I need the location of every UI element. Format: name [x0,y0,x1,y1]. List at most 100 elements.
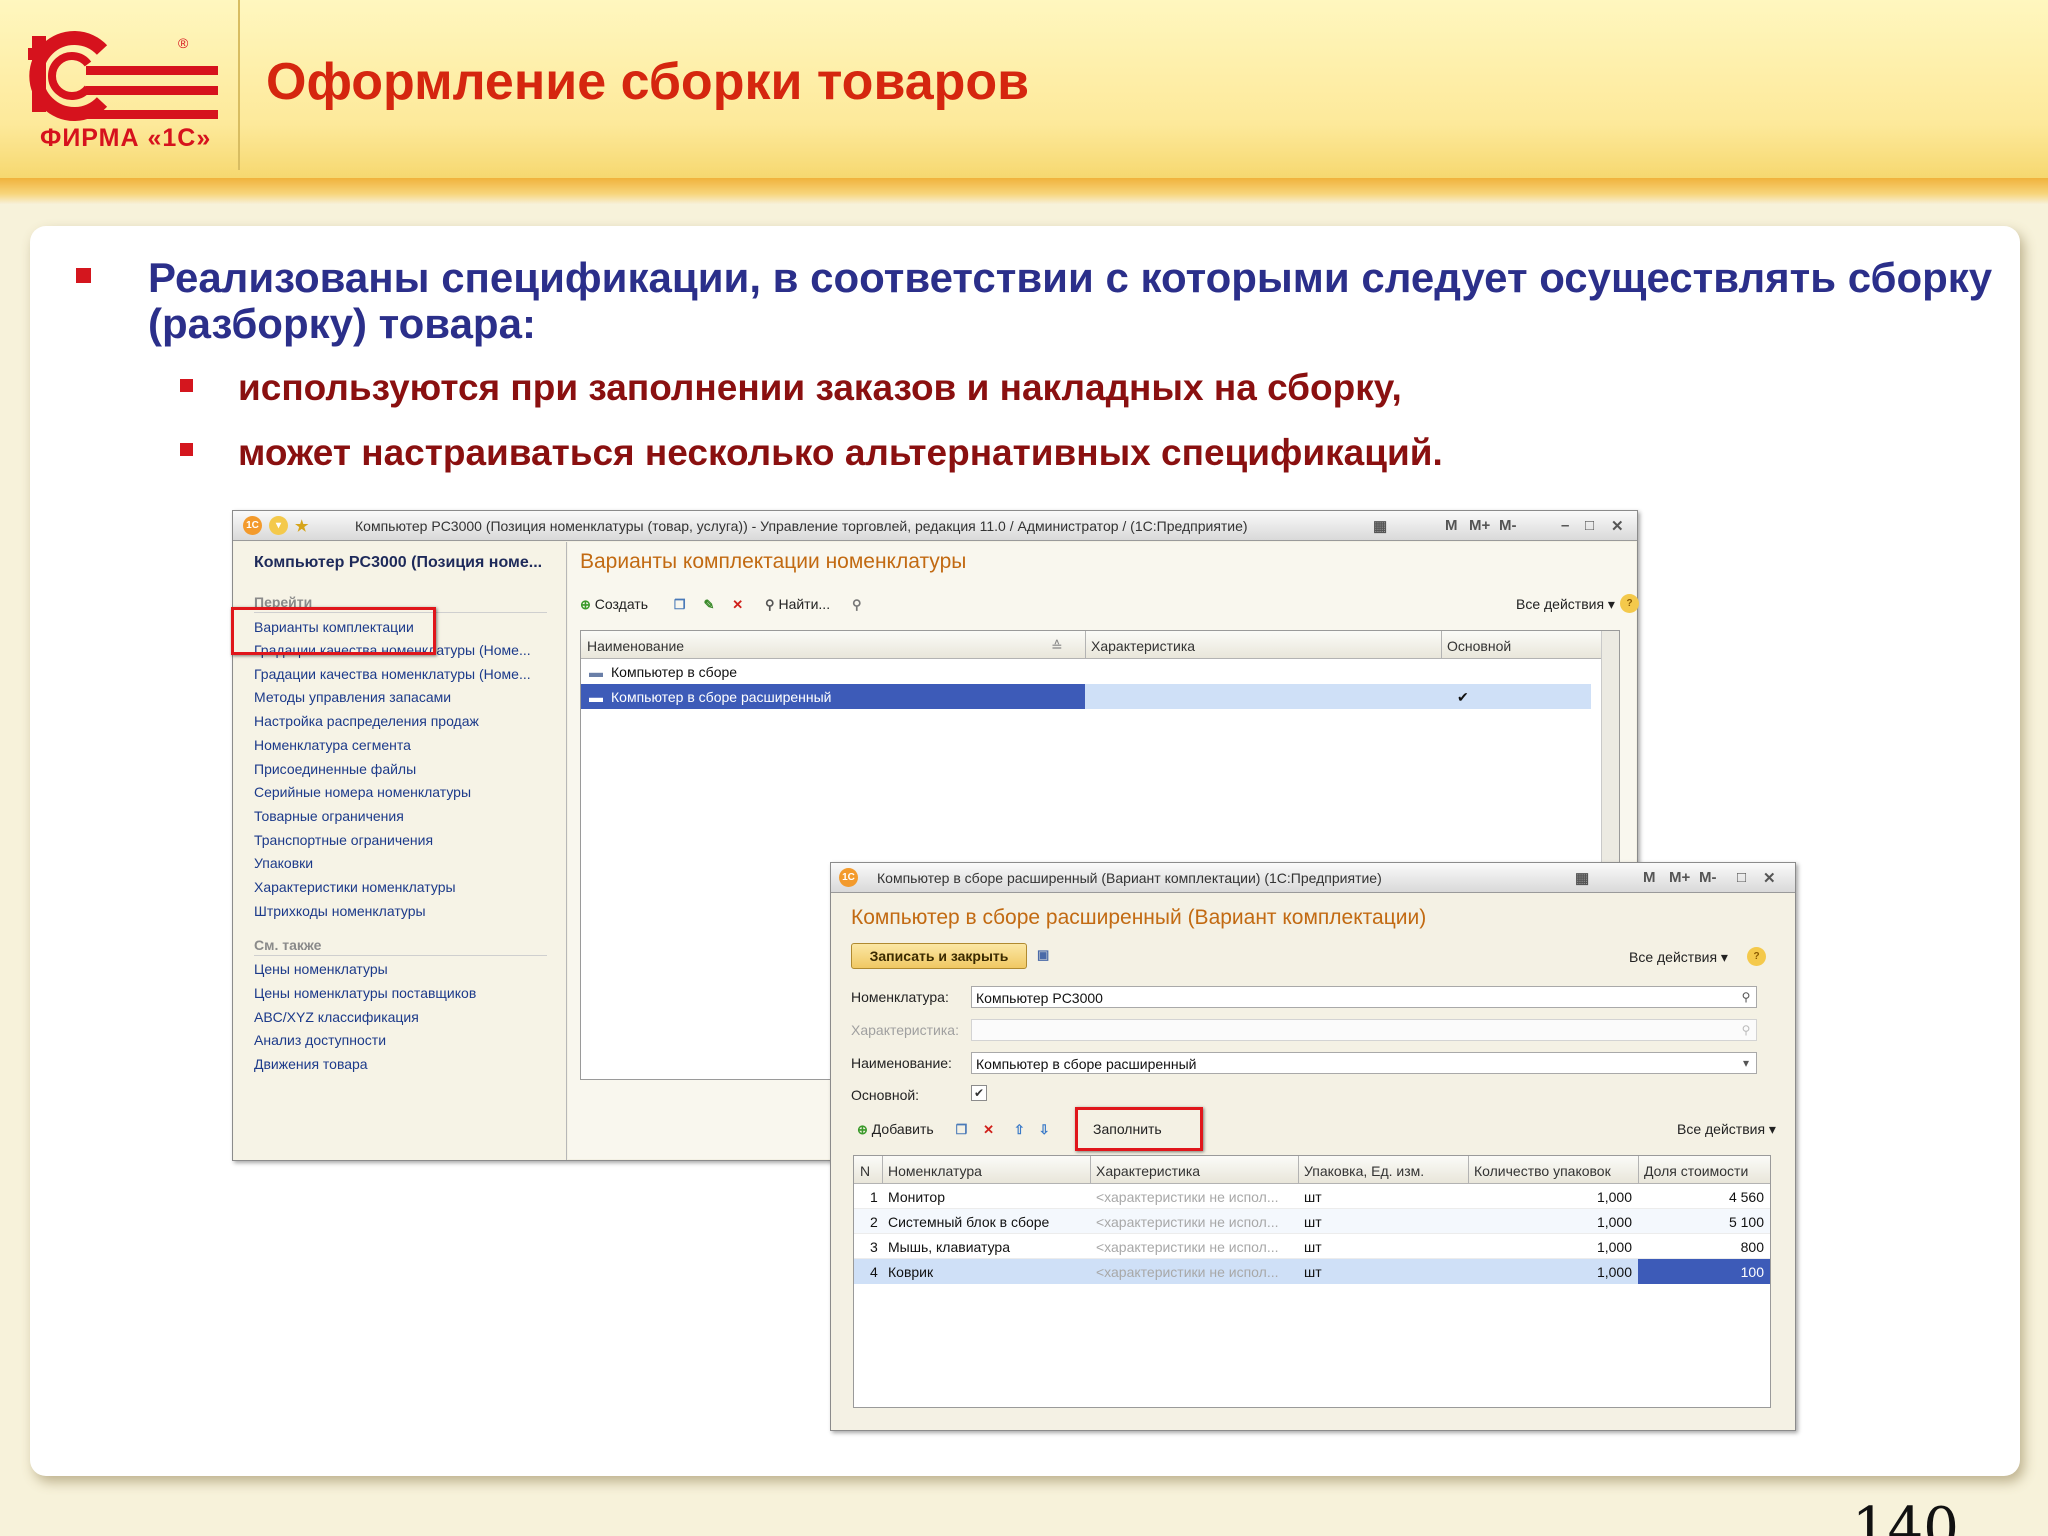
save-icon[interactable]: ▣ [1037,947,1049,963]
nav-item-stock-methods[interactable]: Методы управления запасами [254,689,451,705]
chevron-down-icon[interactable]: ▾ [1736,1053,1756,1073]
variants-title: Варианты комплектации номенклатуры [580,550,967,573]
sort-icon[interactable]: ≙ [1051,638,1063,655]
copy-icon[interactable]: ❐ [956,1122,968,1138]
col-n[interactable]: N [860,1163,870,1179]
delete-icon[interactable]: ✕ [983,1122,994,1138]
minimize-button[interactable]: – [1561,517,1569,534]
characteristic-label: Характеристика: [851,1022,959,1038]
cancel-search-icon[interactable]: ⚲ [852,597,862,613]
nav-item-packages[interactable]: Упаковки [254,855,313,871]
move-up-icon[interactable]: ⇧ [1014,1122,1025,1138]
nav-item-goods-limits[interactable]: Товарные ограничения [254,808,404,824]
col-main[interactable]: Основной [1447,638,1511,654]
cell-qty: 1,000 [1596,1214,1632,1230]
m-minus-button[interactable]: M- [1499,517,1517,534]
logo-subtitle: ФИРМА «1С» [40,124,212,152]
table-row[interactable]: 2 Системный блок в сборе <характеристики… [854,1209,1770,1234]
nav-item-segment[interactable]: Номенклатура сегмента [254,737,411,753]
app-logo-icon[interactable]: 1С [243,516,262,535]
bullet-marker [180,379,193,392]
nav-item-files[interactable]: Присоединенные файлы [254,761,416,777]
cell-n: 1 [870,1189,878,1205]
main-window-title: Компьютер PC3000 (Позиция номенклатуры (… [355,518,1248,534]
cell-n: 4 [870,1264,878,1280]
nomenclature-field[interactable]: Компьютер PC3000 ⚲ [971,986,1757,1008]
col-characteristic[interactable]: Характеристика [1091,638,1195,654]
add-icon[interactable]: ⊕ [857,1122,868,1138]
close-button[interactable]: ✕ [1763,869,1776,887]
add-button[interactable]: Добавить [872,1121,934,1137]
nav-item-transport-limits[interactable]: Транспортные ограничения [254,832,433,848]
cell-unit: шт [1304,1189,1322,1205]
nav-item-barcodes[interactable]: Штрихкоды номенклатуры [254,903,426,919]
col-characteristic[interactable]: Характеристика [1096,1163,1200,1179]
table-row[interactable]: 4 Коврик <характеристики не испол... шт … [854,1259,1770,1284]
cell-item: Монитор [888,1189,945,1205]
col-name[interactable]: Наименование [587,638,684,654]
items-toolbar: ⊕ Добавить ❐ ✕ ⇧ ⇩ Заполнить Все действи… [857,1121,1776,1145]
col-share[interactable]: Доля стоимости [1644,1163,1748,1179]
row-name: Компьютер в сборе [611,664,738,680]
col-item[interactable]: Номенклатура [888,1163,982,1179]
close-button[interactable]: ✕ [1611,517,1624,535]
main-label: Основной: [851,1087,920,1103]
calendar-icon[interactable]: ▦ [1373,517,1387,535]
nav-item-sales-distribution[interactable]: Настройка распределения продаж [254,713,479,729]
see-also-movements[interactable]: Движения товара [254,1056,368,1072]
search-icon[interactable]: ⚲ [1736,1020,1756,1040]
delete-icon[interactable]: ✕ [732,597,743,613]
table-row[interactable]: ▬ Компьютер в сборе расширенный ✔ [581,684,1591,709]
m-button[interactable]: M [1643,869,1656,886]
variants-toolbar: ⊕ Создать ❐ ✎ ✕ ⚲ Найти... ⚲ Все действи… [580,594,1640,620]
all-actions-menu[interactable]: Все действия ▾ [1677,1121,1776,1138]
create-icon[interactable]: ⊕ [580,597,591,613]
nav-item-serials[interactable]: Серийные номера номенклатуры [254,784,471,800]
menu-icon[interactable]: ▾ [269,516,288,535]
edit-icon[interactable]: ✎ [703,597,714,613]
calendar-icon[interactable]: ▦ [1575,869,1589,887]
find-button[interactable]: Найти... [778,596,830,612]
see-also-prices[interactable]: Цены номенклатуры [254,961,388,977]
cell-item: Системный блок в сборе [888,1214,1050,1230]
maximize-button[interactable]: □ [1737,869,1746,886]
m-plus-button[interactable]: M+ [1669,869,1690,886]
maximize-button[interactable]: □ [1585,517,1594,534]
copy-icon[interactable]: ❐ [674,597,686,613]
m-button[interactable]: M [1445,517,1458,534]
search-icon[interactable]: ⚲ [765,597,775,613]
highlight-box-variants [231,607,436,655]
nav-item-quality-grades[interactable]: Градации качества номенклатуры (Номе... [254,666,531,682]
cell-share: 4 560 [1728,1189,1764,1205]
name-field[interactable]: Компьютер в сборе расширенный ▾ [971,1052,1757,1074]
cell-share: 800 [1740,1239,1764,1255]
col-unit[interactable]: Упаковка, Ед. изм. [1304,1163,1424,1179]
create-button[interactable]: Создать [595,596,648,612]
m-plus-button[interactable]: M+ [1469,517,1490,534]
search-icon[interactable]: ⚲ [1736,987,1756,1007]
cell-characteristic: <характеристики не испол... [1096,1239,1279,1255]
highlight-box-fill [1075,1107,1203,1151]
characteristic-field[interactable]: ⚲ [971,1019,1757,1041]
table-row[interactable]: 3 Мышь, клавиатура <характеристики не ис… [854,1234,1770,1259]
main-checkbox[interactable]: ✔ [971,1085,987,1101]
all-actions-menu[interactable]: Все действия ▾ [1629,949,1728,966]
app-logo-icon[interactable]: 1С [839,868,858,887]
table-row[interactable]: ▬ Компьютер в сборе [581,659,1591,684]
see-also-availability[interactable]: Анализ доступности [254,1032,386,1048]
see-also-abc-xyz[interactable]: ABC/XYZ классификация [254,1009,419,1025]
help-icon[interactable]: ? [1747,947,1766,966]
nav-item-characteristics[interactable]: Характеристики номенклатуры [254,879,456,895]
move-down-icon[interactable]: ⇩ [1039,1122,1050,1138]
see-also-supplier-prices[interactable]: Цены номенклатуры поставщиков [254,985,476,1001]
favorites-star-icon[interactable]: ★ [295,517,308,535]
cell-item: Мышь, клавиатура [888,1239,1010,1255]
all-actions-menu[interactable]: Все действия ▾ [1516,596,1615,613]
help-icon[interactable]: ? [1620,594,1639,613]
save-and-close-button[interactable]: Записать и закрыть [851,943,1027,969]
cell-qty: 1,000 [1596,1189,1632,1205]
m-minus-button[interactable]: M- [1699,869,1717,886]
table-row[interactable]: 1 Монитор <характеристики не испол... шт… [854,1184,1770,1209]
col-qty[interactable]: Количество упаковок [1474,1163,1611,1179]
cell-characteristic: <характеристики не испол... [1096,1214,1279,1230]
